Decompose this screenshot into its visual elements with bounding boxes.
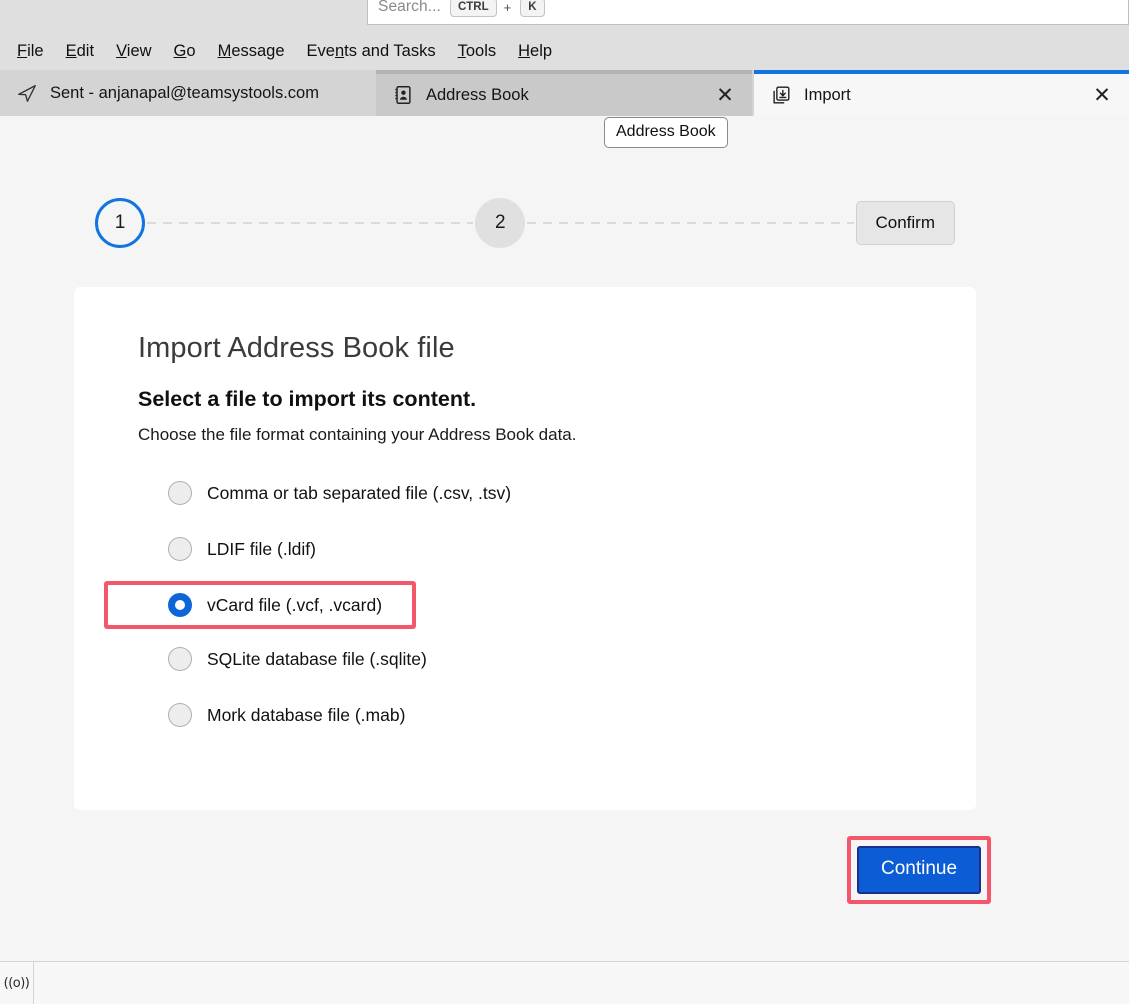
radio-indicator-sqlite	[168, 647, 192, 671]
radio-indicator-vcard	[168, 593, 192, 617]
radio-label-sqlite: SQLite database file (.sqlite)	[207, 648, 427, 669]
tab-import[interactable]: Import ✕	[754, 70, 1129, 116]
page-title: Import Address Book file	[138, 332, 455, 364]
radio-option-mork[interactable]: Mork database file (.mab)	[138, 697, 416, 733]
connection-status-cell[interactable]: ((o))	[0, 962, 34, 1004]
tab-sent-label: Sent - anjanapal@teamsystools.com	[50, 83, 319, 102]
tab-sent-mailbox[interactable]: Sent - anjanapal@teamsystools.com	[0, 70, 376, 116]
status-bar: ((o))	[0, 961, 1129, 1004]
tab-bar: Sent - anjanapal@teamsystools.com Addres…	[0, 70, 1129, 116]
menu-item-help[interactable]: Help	[507, 40, 563, 63]
broadcast-icon: ((o))	[3, 975, 30, 991]
tab-import-close-icon[interactable]: ✕	[1085, 78, 1119, 112]
tab-import-label: Import	[804, 85, 851, 104]
tab-address-book-label: Address Book	[426, 85, 529, 104]
menu-item-view[interactable]: View	[105, 40, 162, 63]
menu-item-go[interactable]: Go	[163, 40, 207, 63]
tab-address-book[interactable]: Address Book ✕	[376, 70, 752, 116]
radio-label-ldif: LDIF file (.ldif)	[207, 538, 316, 559]
import-document-icon	[768, 82, 794, 108]
menu-item-edit[interactable]: Edit	[55, 40, 105, 63]
tab-address-book-close-icon[interactable]: ✕	[708, 78, 742, 112]
file-format-radio-group: Comma or tab separated file (.csv, .tsv)…	[104, 475, 976, 733]
stepper-step-1[interactable]: 1	[95, 198, 145, 248]
radio-option-vcard[interactable]: vCard file (.vcf, .vcard)	[104, 581, 416, 629]
stepper-connector-2	[527, 222, 854, 224]
search-shortcut-plus: +	[503, 0, 512, 15]
wizard-stepper: 1 2 Confirm	[95, 194, 956, 252]
search-shortcut-ctrl-key: CTRL	[449, 0, 497, 17]
radio-label-vcard: vCard file (.vcf, .vcard)	[207, 594, 383, 615]
search-shortcut-k-key: K	[520, 0, 545, 17]
tab-tooltip: Address Book	[604, 117, 728, 148]
continue-button[interactable]: Continue	[857, 846, 982, 894]
radio-option-csv[interactable]: Comma or tab separated file (.csv, .tsv)	[138, 475, 511, 511]
menu-item-events-and-tasks[interactable]: Events and Tasks	[296, 40, 447, 63]
page-subtitle: Select a file to import its content.	[138, 387, 477, 411]
continue-button-annotation: Continue	[847, 836, 992, 904]
global-search-input[interactable]: Search... CTRL + K	[367, 0, 1129, 25]
radio-indicator-csv	[168, 481, 192, 505]
search-placeholder-text: Search...	[378, 0, 441, 15]
paper-plane-icon	[14, 80, 40, 106]
stepper-step-2[interactable]: 2	[475, 198, 526, 248]
radio-option-ldif[interactable]: LDIF file (.ldif)	[138, 531, 416, 567]
top-strip: Search... CTRL + K	[0, 0, 1129, 32]
menu-bar: File Edit View Go Message Events and Tas…	[0, 32, 1129, 70]
page-description: Choose the file format containing your A…	[138, 425, 577, 444]
import-card: Import Address Book file Select a file t…	[74, 287, 976, 810]
menu-item-tools[interactable]: Tools	[447, 40, 508, 63]
radio-option-sqlite[interactable]: SQLite database file (.sqlite)	[138, 641, 427, 677]
radio-label-mork: Mork database file (.mab)	[207, 704, 406, 725]
radio-label-csv: Comma or tab separated file (.csv, .tsv)	[207, 482, 512, 503]
address-book-icon	[390, 82, 416, 108]
stepper-step-confirm[interactable]: Confirm	[855, 201, 956, 245]
import-wizard-content: 1 2 Confirm Import Address Book file Sel…	[0, 116, 1129, 980]
menu-item-message[interactable]: Message	[207, 40, 296, 63]
menu-item-file[interactable]: File	[6, 40, 55, 63]
stepper-connector-1	[147, 222, 474, 224]
radio-indicator-ldif	[168, 537, 192, 561]
radio-indicator-mork	[168, 703, 192, 727]
